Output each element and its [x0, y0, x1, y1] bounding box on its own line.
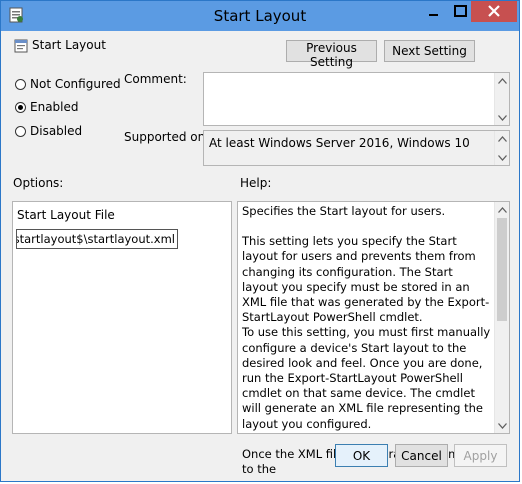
- radio-not-configured-indicator: [15, 78, 26, 90]
- radio-disabled-indicator: [15, 125, 26, 137]
- chevron-up-icon: [498, 206, 507, 213]
- radio-enabled-indicator: [15, 101, 26, 113]
- policy-setting-window: Start Layout Start Layout Previous Setti…: [0, 0, 520, 482]
- minimize-button[interactable]: [420, 1, 447, 22]
- maximize-button[interactable]: [447, 1, 474, 22]
- chevron-down-icon: [498, 114, 507, 121]
- close-icon: [488, 5, 500, 17]
- supported-on-box: At least Windows Server 2016, Windows 10: [203, 130, 510, 166]
- help-text: Specifies the Start layout for users. Th…: [242, 204, 491, 477]
- help-paragraph: To use this setting, you must first manu…: [242, 325, 491, 431]
- help-scroll-up[interactable]: [495, 202, 510, 217]
- help-scroll-thumb[interactable]: [497, 218, 507, 321]
- cancel-button[interactable]: Cancel: [395, 444, 448, 467]
- start-layout-file-input[interactable]: ocal\startlayout$\startlayout.xml: [16, 229, 178, 249]
- apply-button[interactable]: Apply: [454, 444, 507, 467]
- help-paragraph: This setting lets you specify the Start …: [242, 234, 490, 325]
- comment-scroll-down[interactable]: [495, 110, 510, 125]
- radio-disabled-label: Disabled: [30, 124, 83, 138]
- options-panel: Start Layout File ocal\startlayout$\star…: [12, 201, 232, 434]
- previous-setting-button[interactable]: Previous Setting: [286, 40, 377, 69]
- minimize-icon: [429, 14, 438, 16]
- comment-label: Comment:: [124, 72, 187, 86]
- options-label: Options:: [13, 176, 64, 190]
- help-paragraph: Specifies the Start layout for users.: [242, 204, 446, 218]
- chevron-up-icon: [498, 135, 507, 142]
- chevron-up-icon: [498, 77, 507, 84]
- close-button[interactable]: [471, 1, 517, 22]
- next-setting-button[interactable]: Next Setting: [384, 40, 475, 62]
- chevron-down-icon: [498, 422, 507, 429]
- maximize-icon: [453, 5, 467, 17]
- help-label: Help:: [240, 176, 272, 190]
- comment-textarea[interactable]: [203, 72, 510, 126]
- supported-on-label: Supported on:: [124, 130, 210, 144]
- radio-disabled[interactable]: Disabled: [15, 124, 82, 138]
- help-panel: Specifies the Start layout for users. Th…: [237, 201, 510, 476]
- start-layout-file-label: Start Layout File: [17, 208, 115, 222]
- radio-not-configured[interactable]: Not Configured: [15, 77, 121, 91]
- supported-scrollbar[interactable]: [494, 131, 509, 165]
- supported-scroll-up[interactable]: [495, 131, 510, 146]
- policy-setting-icon: [14, 39, 28, 53]
- comment-scroll-up[interactable]: [495, 73, 510, 88]
- help-scroll-down[interactable]: [495, 418, 510, 433]
- supported-on-value: At least Windows Server 2016, Windows 10: [209, 136, 470, 150]
- chevron-down-icon: [498, 154, 507, 161]
- radio-enabled[interactable]: Enabled: [15, 100, 79, 114]
- radio-enabled-label: Enabled: [30, 100, 79, 114]
- title-bar[interactable]: Start Layout: [1, 1, 519, 31]
- start-layout-file-value: ocal\startlayout$\startlayout.xml: [17, 232, 175, 246]
- supported-scroll-down[interactable]: [495, 150, 510, 165]
- help-scrollbar[interactable]: [494, 202, 509, 433]
- radio-not-configured-label: Not Configured: [30, 77, 121, 91]
- setting-name: Start Layout: [32, 38, 106, 52]
- ok-button[interactable]: OK: [335, 444, 388, 467]
- comment-scrollbar[interactable]: [494, 73, 509, 125]
